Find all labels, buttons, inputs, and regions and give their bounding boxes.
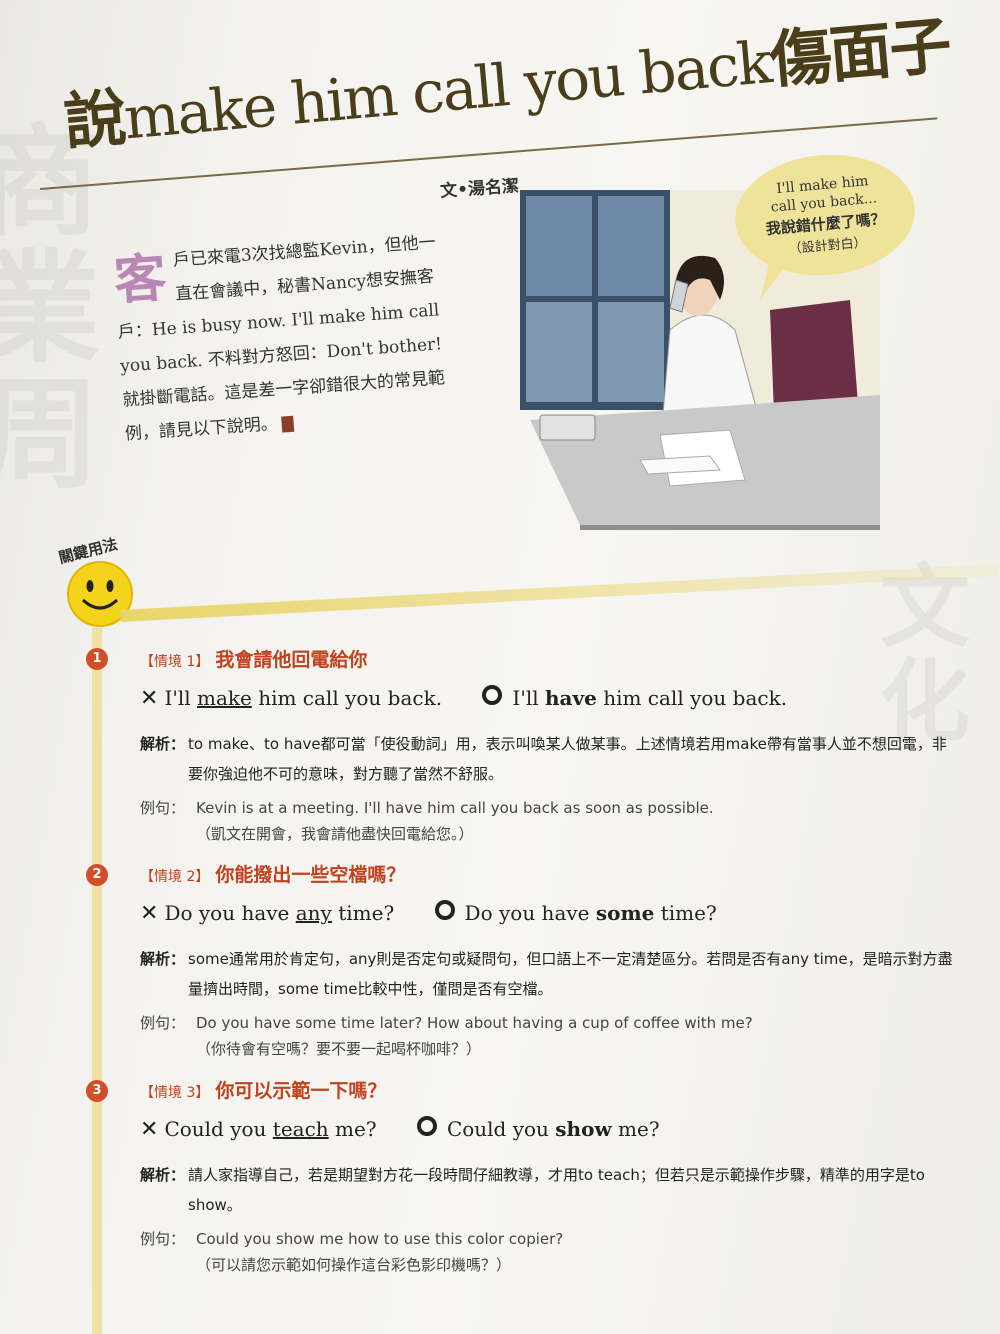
- example-chinese: （你待會有空嗎？要不要一起喝杯咖啡？）: [196, 1040, 482, 1058]
- example-block: 例句： Kevin is at a meeting. I'll have him…: [140, 795, 960, 847]
- intro-text: 戶已來電3次找總監Kevin，但他一直在會議中，秘書Nancy想安撫客戶：He …: [117, 232, 446, 445]
- analysis-label: 解析：: [140, 735, 186, 753]
- analysis-block: 解析： 請人家指導自己，若是期望對方花一段時間仔細教導，才用to teach；但…: [140, 1160, 960, 1220]
- example-label: 例句：: [140, 799, 186, 817]
- correct-text: I'll: [512, 686, 545, 710]
- drop-cap: 客: [112, 247, 169, 312]
- analysis-label: 解析：: [140, 950, 186, 968]
- correct-text: Do you have: [464, 901, 596, 925]
- scenario-section-1: 【情境 1】 我會請他回電給你 ✕ I'll make him call you b…: [140, 645, 960, 847]
- wrong-mark-icon: ✕: [140, 686, 159, 711]
- analysis-block: 解析： some通常用於肯定句，any則是否定句或疑問句，但口語上不一定清楚區分…: [140, 944, 960, 1004]
- wrong-keyword: any: [295, 901, 332, 925]
- key-usage-band: [120, 563, 1000, 622]
- background-watermark-text: 商業周: [0, 112, 100, 505]
- scenario-heading: 【情境 3】 你可以示範一下嗎？: [140, 1076, 960, 1116]
- scenario-tag: 【情境 1】: [140, 654, 210, 670]
- analysis-block: 解析： to make、to have都可當「使役動詞」用，表示叫喚某人做某事。…: [140, 729, 960, 789]
- correct-mark-icon: [482, 685, 503, 705]
- correct-keyword: have: [544, 686, 597, 710]
- correct-text: him call you back.: [596, 686, 788, 710]
- title-english: make him call you back: [121, 28, 774, 153]
- scenario-tag: 【情境 2】: [140, 869, 210, 885]
- example-block: 例句： Do you have some time later? How abo…: [140, 1010, 960, 1062]
- wrong-keyword: teach: [272, 1117, 329, 1141]
- usage-comparison: ✕ Could you teach me? Could you show me?: [140, 1116, 960, 1160]
- timeline-line: [92, 628, 102, 1334]
- example-english: Kevin is at a meeting. I'll have him cal…: [196, 799, 714, 817]
- usage-comparison: ✕ Do you have any time? Do you have some …: [140, 900, 960, 944]
- correct-text: me?: [611, 1117, 660, 1141]
- end-seal-icon: [281, 415, 295, 433]
- wrong-mark-icon: ✕: [140, 901, 159, 926]
- analysis-label: 解析：: [140, 1166, 186, 1184]
- section-number-badge: 2: [86, 864, 108, 886]
- wrong-text: Do you have: [164, 901, 296, 925]
- correct-mark-icon: [416, 1116, 437, 1136]
- analysis-text: to make、to have都可當「使役動詞」用，表示叫喚某人做某事。上述情境…: [188, 735, 947, 783]
- author-byline: 文•湯名潔: [439, 176, 520, 202]
- scenario-heading: 【情境 2】 你能撥出一些空檔嗎？: [140, 860, 960, 900]
- magazine-page: 商業周 文化 說make him call you back傷面子 文•湯名潔 …: [0, 0, 1000, 1334]
- wrong-text: time?: [331, 901, 395, 925]
- wrong-text: Could you: [164, 1117, 273, 1141]
- example-english: Could you show me how to use this color …: [196, 1230, 564, 1248]
- scenario-title: 我會請他回電給你: [215, 649, 368, 671]
- example-chinese: （凱文在開會，我會請他盡快回電給您。）: [196, 825, 474, 843]
- article-title: 說make him call you back傷面子: [60, 0, 953, 162]
- title-lead: 說: [61, 80, 128, 159]
- wrong-text: him call you back.: [251, 686, 443, 710]
- wrong-mark-icon: ✕: [140, 1117, 159, 1142]
- scenario-title: 你能撥出一些空檔嗎？: [215, 864, 406, 886]
- correct-text: Could you: [446, 1117, 556, 1141]
- intro-paragraph: 客戶已來電3次找總監Kevin，但他一直在會議中，秘書Nancy想安撫客戶：He…: [112, 224, 465, 451]
- correct-mark-icon: [434, 900, 455, 920]
- example-label: 例句：: [140, 1014, 186, 1032]
- section-number-badge: 3: [86, 1080, 108, 1102]
- scenario-section-2: 【情境 2】 你能撥出一些空檔嗎？ ✕ Do you have any time? …: [140, 860, 960, 1062]
- analysis-text: 請人家指導自己，若是期望對方花一段時間仔細教導，才用to teach；但若只是示…: [188, 1166, 925, 1214]
- bubble-tail: [760, 260, 790, 300]
- title-tail: 傷面子: [766, 8, 953, 97]
- wrong-text: I'll: [164, 686, 197, 710]
- scenario-section-3: 【情境 3】 你可以示範一下嗎？ ✕ Could you teach me? Cou…: [140, 1076, 960, 1278]
- wrong-text: me?: [328, 1117, 377, 1141]
- example-english: Do you have some time later? How about h…: [196, 1014, 753, 1032]
- example-label: 例句：: [140, 1230, 186, 1248]
- correct-text: time?: [654, 901, 717, 925]
- usage-comparison: ✕ I'll make him call you back. I'll have …: [140, 685, 960, 729]
- scenario-heading: 【情境 1】 我會請他回電給你: [140, 645, 960, 685]
- wrong-keyword: make: [197, 686, 252, 710]
- scenario-title: 你可以示範一下嗎？: [215, 1080, 387, 1102]
- example-block: 例句： Could you show me how to use this co…: [140, 1226, 960, 1278]
- correct-keyword: some: [595, 901, 655, 925]
- section-number-badge: 1: [86, 648, 108, 670]
- scenario-tag: 【情境 3】: [140, 1085, 210, 1101]
- example-chinese: （可以請您示範如何操作這台彩色影印機嗎？）: [196, 1256, 512, 1274]
- correct-keyword: show: [555, 1117, 612, 1141]
- analysis-text: some通常用於肯定句，any則是否定句或疑問句，但口語上不一定清楚區分。若問是…: [188, 950, 953, 998]
